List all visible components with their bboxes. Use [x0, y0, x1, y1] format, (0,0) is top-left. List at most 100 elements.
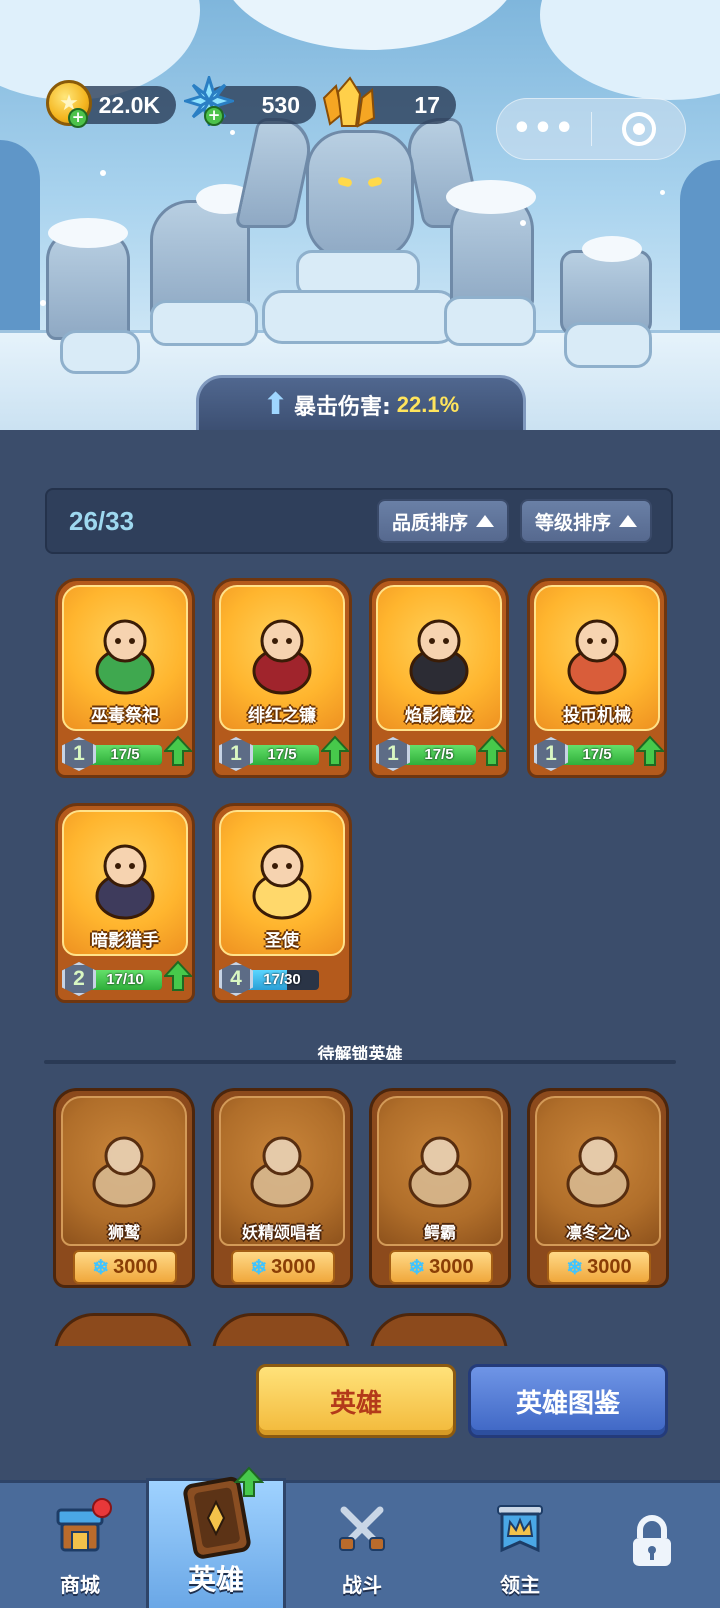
- hero-level-row: 17/5 1: [376, 735, 508, 771]
- unlock-price-button[interactable]: ❄ 3000: [547, 1250, 651, 1284]
- unlock-price: 3000: [271, 1255, 316, 1278]
- hero-portrait-icon: [242, 1126, 322, 1210]
- nav-shop[interactable]: 商城: [30, 1480, 130, 1608]
- hero-card[interactable]: 圣使 17/30 4: [212, 803, 352, 1003]
- hero-level-badge: 2: [62, 962, 96, 996]
- hero-portrait-icon: [400, 1126, 480, 1210]
- hero-name: 巫毒祭祀: [91, 706, 159, 726]
- crit-damage-banner: ⬆ 暴击伤害: 22.1%: [196, 375, 526, 431]
- hero-card[interactable]: 焰影魔龙 17/5 1: [369, 578, 509, 778]
- hero-portrait-icon: [558, 1126, 638, 1210]
- hero-level-row: 17/30 4: [219, 962, 345, 996]
- hero-level-badge: 4: [219, 962, 253, 996]
- sort-by-quality-button[interactable]: 品质排序: [377, 499, 509, 543]
- collection-bar: 26/33 品质排序 等级排序: [45, 488, 673, 554]
- hero-level-badge: 1: [376, 737, 410, 771]
- hero-shard-progress: 17/30: [245, 970, 319, 990]
- divider: [44, 1060, 676, 1064]
- hero-portrait-icon: [243, 834, 321, 920]
- upgrade-arrow-icon[interactable]: [162, 735, 194, 767]
- unlock-price-button[interactable]: ❄ 3000: [389, 1250, 493, 1284]
- snowflake-gem-icon: ❄: [566, 1256, 584, 1279]
- upgrade-arrow-icon[interactable]: [634, 735, 666, 767]
- add-gold-icon[interactable]: +: [68, 108, 88, 128]
- lock-icon: [627, 1514, 677, 1570]
- locked-hero-card[interactable]: 狮鹫 ❄ 3000: [53, 1088, 195, 1288]
- hero-name: 焰影魔龙: [405, 706, 473, 726]
- snowflake-gem-icon[interactable]: +: [184, 76, 234, 126]
- nav-battle-label: 战斗: [342, 1573, 382, 1597]
- unlock-price: 3000: [113, 1255, 158, 1278]
- hero-hall-scene: 22.0K ★ + 530 + 17 •••: [0, 0, 720, 440]
- snowflake-gem-icon: ❄: [408, 1256, 426, 1279]
- upgrade-arrow-icon[interactable]: [319, 735, 351, 767]
- unlock-price-button[interactable]: ❄ 3000: [73, 1250, 177, 1284]
- hero-shard-progress: 17/5: [88, 745, 162, 765]
- hero-card[interactable]: 暗影猎手 17/10 2: [55, 803, 195, 1003]
- hero-shard-count: 17/5: [267, 746, 297, 763]
- nav-heroes-label: 英雄: [187, 1563, 244, 1596]
- unlock-price: 3000: [429, 1255, 474, 1278]
- hero-name: 暗影猎手: [91, 931, 159, 951]
- gem-value: 530: [261, 91, 300, 118]
- hero-portrait-icon: [558, 609, 636, 695]
- hero-name: 凛冬之心: [565, 1223, 630, 1242]
- hero-codex-button[interactable]: 英雄图鉴: [468, 1364, 668, 1438]
- crit-damage-label: 暴击伤害:: [293, 394, 391, 420]
- hero-card[interactable]: 绯红之镰 17/5 1: [212, 578, 352, 778]
- sort-by-level-button[interactable]: 等级排序: [520, 499, 652, 543]
- upgrade-arrow-icon[interactable]: [476, 735, 508, 767]
- heroes-tab-button[interactable]: 英雄: [256, 1364, 456, 1438]
- snowflake-gem-icon: ❄: [92, 1256, 110, 1279]
- locked-hero-card[interactable]: 鳄霸 ❄ 3000: [369, 1088, 511, 1288]
- hero-shard-count: 17/5: [582, 746, 612, 763]
- gold-coin-icon[interactable]: ★ +: [46, 80, 92, 128]
- crossed-swords-icon: [334, 1500, 390, 1556]
- hero-level-badge: 1: [62, 737, 96, 771]
- hero-level-row: 17/10 2: [62, 960, 194, 996]
- hero-name: 投币机械: [563, 706, 631, 726]
- unlock-price-button[interactable]: ❄ 3000: [231, 1250, 335, 1284]
- hero-name: 妖精颂唱者: [241, 1223, 322, 1242]
- nav-locked[interactable]: [604, 1480, 700, 1608]
- hero-shard-count: 17/10: [106, 971, 144, 988]
- crystal-value: 17: [414, 91, 440, 118]
- close-target-icon[interactable]: [622, 112, 656, 146]
- hero-name: 绯红之镰: [248, 706, 316, 726]
- hero-portrait-icon: [243, 609, 321, 695]
- hero-card[interactable]: 巫毒祭祀 17/5 1: [55, 578, 195, 778]
- add-gem-icon[interactable]: +: [204, 106, 224, 126]
- locked-hero-card[interactable]: 凛冬之心 ❄ 3000: [527, 1088, 669, 1288]
- nav-lord[interactable]: 领主: [470, 1480, 570, 1608]
- sort-up-icon: [476, 515, 494, 527]
- hero-shard-progress: 17/5: [245, 745, 319, 765]
- mini-program-capsule: •••: [496, 98, 686, 160]
- hero-shard-count: 17/30: [263, 971, 301, 988]
- gold-crystal-icon: [320, 74, 378, 130]
- nav-lord-label: 领主: [500, 1573, 540, 1597]
- nav-heroes[interactable]: 英雄: [146, 1466, 286, 1608]
- hero-card[interactable]: 投币机械 17/5 1: [527, 578, 667, 778]
- gold-value: 22.0K: [98, 91, 160, 118]
- hero-name: 狮鹫: [107, 1223, 140, 1242]
- sort-up-icon: [619, 515, 637, 527]
- crown-banner-icon: [490, 1500, 550, 1560]
- hero-name: 鳄霸: [423, 1223, 456, 1242]
- nav-battle[interactable]: 战斗: [312, 1480, 412, 1608]
- notification-dot: [92, 1498, 112, 1518]
- upgrade-arrow-icon[interactable]: [162, 960, 194, 992]
- hero-level-row: 17/5 1: [534, 735, 666, 771]
- up-arrow-icon: ⬆: [262, 387, 288, 422]
- upgrade-arrow-icon: [233, 1466, 265, 1498]
- hero-portrait-icon: [400, 609, 478, 695]
- hero-portrait-icon: [86, 609, 164, 695]
- hero-portrait-icon: [86, 834, 164, 920]
- unlock-price: 3000: [587, 1255, 632, 1278]
- hero-shard-count: 17/5: [424, 746, 454, 763]
- hero-level-row: 17/5 1: [62, 735, 194, 771]
- more-options-icon[interactable]: •••: [497, 114, 591, 144]
- hero-level-badge: 1: [219, 737, 253, 771]
- locked-hero-card[interactable]: 妖精颂唱者 ❄ 3000: [211, 1088, 353, 1288]
- hero-name: 圣使: [265, 931, 299, 951]
- hero-shard-progress: 17/10: [88, 970, 162, 990]
